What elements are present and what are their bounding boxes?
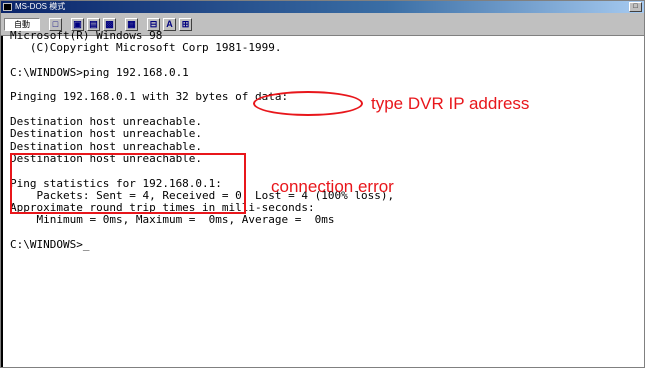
- console-line: Pinging 192.168.0.1 with 32 bytes of dat…: [10, 90, 289, 104]
- console-line: Microsoft(R) Windows 98: [10, 29, 163, 42]
- error-highlight-box: [10, 153, 246, 214]
- console-line: Minimum = 0ms, Maximum = 0ms, Average = …: [10, 213, 335, 227]
- console-line: C:\WINDOWS>ping 192.168.0.1: [10, 65, 189, 79]
- window-title: MS-DOS 模式: [15, 2, 66, 11]
- console-line: Destination host unreachable.: [10, 139, 203, 153]
- font-icon[interactable]: A: [163, 17, 176, 31]
- error-annotation-label: connection error: [271, 177, 394, 196]
- ip-annotation-label: type DVR IP address: [371, 94, 530, 113]
- maximize-button[interactable]: □: [629, 2, 642, 12]
- console-line: Destination host unreachable.: [10, 127, 203, 141]
- console-output: Microsoft(R) Windows 98 (C)Copyright Mic…: [10, 29, 394, 252]
- console-line: Destination host unreachable.: [10, 115, 203, 129]
- msdos-app-icon[interactable]: [3, 3, 12, 11]
- ip-highlight-ellipse: [253, 91, 363, 116]
- title-bar[interactable]: MS-DOS 模式 □: [1, 1, 644, 13]
- console-line: (C)Copyright Microsoft Corp 1981-1999.: [10, 41, 282, 55]
- console-line: C:\WINDOWS>_: [10, 238, 90, 252]
- keyboard-icon[interactable]: ⊞: [179, 17, 192, 31]
